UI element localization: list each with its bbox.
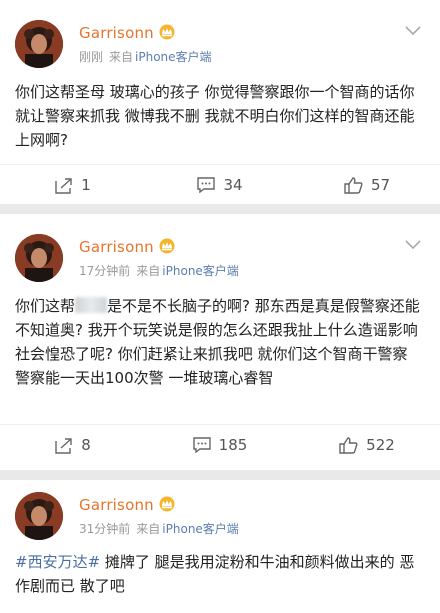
source-app-link[interactable]: iPhone客户端 [135, 50, 212, 64]
chevron-down-icon[interactable] [405, 240, 421, 250]
post-time: 刚刚 [79, 50, 104, 64]
user-avatar[interactable] [15, 492, 63, 540]
comment-button[interactable]: 34 [147, 165, 293, 205]
like-count: 522 [366, 436, 395, 454]
source-prefix: 来自 [136, 264, 161, 278]
post-meta: 刚刚 来自 iPhone客户端 [79, 48, 212, 65]
username-text[interactable]: Garrisonn [79, 496, 154, 514]
like-button[interactable]: 522 [294, 425, 440, 465]
repost-count: 8 [81, 436, 91, 454]
thumbs-up-icon [344, 176, 363, 194]
like-count: 57 [370, 176, 391, 194]
post-actions: 1 34 57 [0, 164, 440, 205]
comment-count: 34 [223, 176, 243, 194]
username[interactable]: Garrisonn [79, 24, 176, 42]
weibo-post-card[interactable]: Garrisonn 31分钟前 来自 iPhone客户端 #西安万达# 摊牌了 腿是… [0, 480, 440, 613]
weibo-post-card[interactable]: Garrisonn 17分钟前 来自 iPhone客户端 你们这帮 是不是不长脑子的啊… [0, 214, 440, 470]
post-actions: 8 185 522 [0, 424, 440, 465]
censored-blur [75, 297, 108, 313]
user-avatar[interactable] [15, 234, 63, 282]
post-header: Garrisonn 刚刚 来自 iPhone客户端 [15, 20, 425, 70]
post-text-part-1: 你们这帮 [15, 297, 76, 315]
post-time: 17分钟前 [79, 264, 131, 278]
source-app-link[interactable]: iPhone客户端 [162, 522, 239, 536]
repost-icon [55, 437, 72, 454]
post-text: 你们这帮 是不是不长脑子的啊? 那东西是真是假警察还能不知道奥? 我开个玩笑说是假… [15, 294, 427, 390]
post-text: #西安万达# 摊牌了 腿是我用淀粉和牛油和颜料做出来的 恶作剧而已 散了吧 [15, 550, 427, 598]
post-meta: 31分钟前 来自 iPhone客户端 [79, 520, 239, 537]
like-button[interactable]: 57 [294, 165, 440, 205]
username[interactable]: Garrisonn [79, 238, 176, 256]
post-meta: 17分钟前 来自 iPhone客户端 [79, 262, 239, 279]
username[interactable]: Garrisonn [79, 496, 176, 514]
repost-count: 1 [81, 176, 91, 194]
comment-button[interactable]: 185 [147, 425, 293, 465]
repost-button[interactable]: 1 [0, 165, 146, 205]
username-text[interactable]: Garrisonn [79, 24, 154, 42]
user-avatar[interactable] [15, 20, 63, 68]
repost-button[interactable]: 8 [0, 425, 146, 465]
repost-icon [55, 177, 72, 194]
username-text[interactable]: Garrisonn [79, 238, 154, 256]
thumbs-up-icon [339, 436, 358, 454]
chevron-down-icon[interactable] [405, 26, 421, 36]
comment-icon [197, 176, 216, 193]
source-app-link[interactable]: iPhone客户端 [162, 264, 239, 278]
comment-count: 185 [218, 436, 248, 454]
post-text: 你们这帮圣母 玻璃心的孩子 你觉得警察跟你一个智商的话你就让警察来抓我 微博我不… [15, 83, 415, 149]
weibo-post-card[interactable]: Garrisonn 刚刚 来自 iPhone客户端 你们这帮圣母 玻璃心的孩子 你觉… [0, 0, 440, 204]
post-header: Garrisonn 31分钟前 来自 iPhone客户端 [15, 492, 425, 542]
post-header: Garrisonn 17分钟前 来自 iPhone客户端 [15, 234, 425, 284]
weibo-feed: Garrisonn 刚刚 来自 iPhone客户端 你们这帮圣母 玻璃心的孩子 你觉… [0, 0, 440, 613]
vip-crown-icon [159, 238, 175, 254]
vip-crown-icon [159, 496, 175, 512]
source-prefix: 来自 [136, 522, 161, 536]
source-prefix: 来自 [109, 50, 134, 64]
post-time: 31分钟前 [79, 522, 131, 536]
comment-icon [192, 436, 211, 453]
vip-crown-icon [159, 24, 175, 40]
hashtag-link[interactable]: #西安万达# [15, 553, 100, 571]
